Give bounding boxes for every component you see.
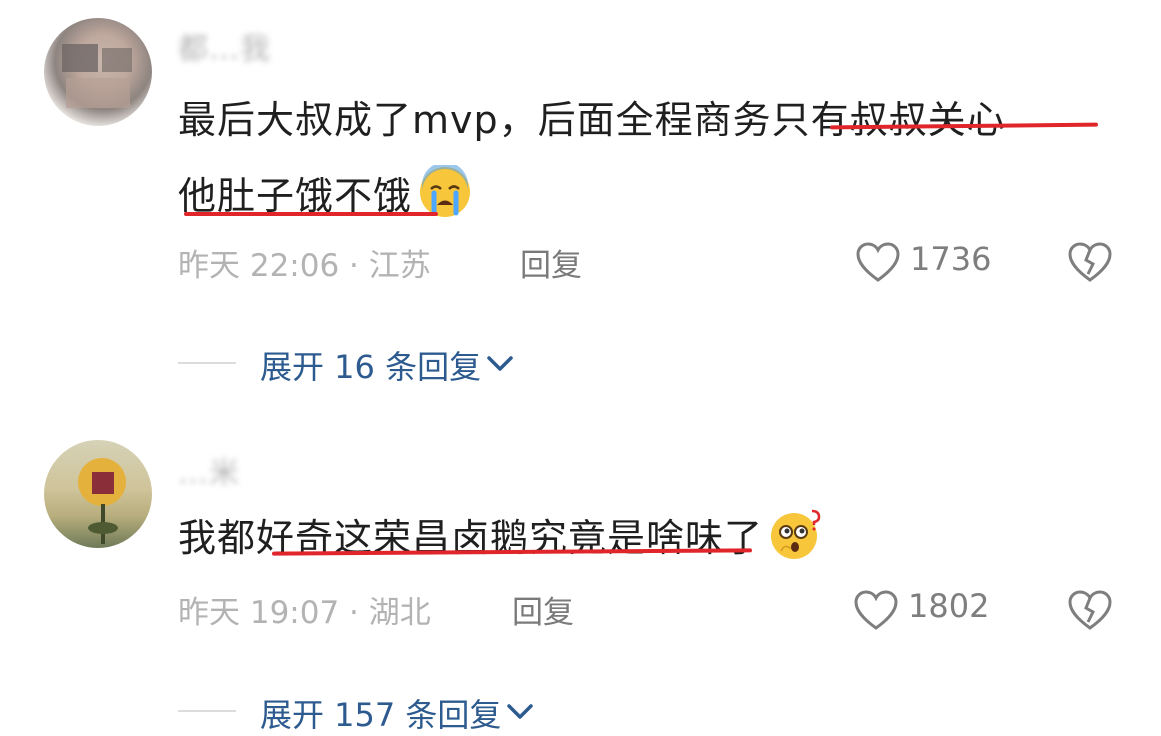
heart-icon[interactable] (852, 588, 900, 632)
like-count: 1802 (908, 587, 990, 625)
chevron-down-icon[interactable] (485, 354, 515, 374)
comment-timestamp-location: 昨天 22:06 · 江苏 (178, 248, 431, 284)
chevron-down-icon[interactable] (505, 702, 535, 722)
expand-replies-label[interactable]: 展开 16 条回复 (260, 348, 481, 386)
thinking-question-face-icon (771, 509, 821, 559)
avatar[interactable] (44, 440, 152, 548)
broken-heart-icon[interactable] (1066, 240, 1114, 284)
comment-text-line: 最后大叔成了mvp，后面全程商务只有叔叔关心 (178, 98, 1006, 142)
divider (178, 710, 236, 712)
expand-replies-label[interactable]: 展开 157 条回复 (260, 696, 501, 734)
heart-icon[interactable] (854, 240, 902, 284)
comment-timestamp-location: 昨天 19:07 · 湖北 (178, 595, 431, 631)
broken-heart-icon[interactable] (1066, 588, 1114, 632)
reply-button[interactable]: 回复 (520, 240, 582, 285)
avatar[interactable] (44, 18, 152, 126)
like-count: 1736 (910, 240, 992, 278)
comment-username[interactable]: 都…我 (178, 24, 271, 68)
crying-face-icon (420, 165, 471, 217)
comment-username[interactable]: …米 (178, 448, 240, 492)
comment-text: 我都好奇这荣昌卤鹅究竟是啥味了 (178, 500, 1118, 576)
annotation-underline (184, 212, 438, 216)
divider (178, 362, 236, 364)
reply-button[interactable]: 回复 (512, 587, 574, 632)
